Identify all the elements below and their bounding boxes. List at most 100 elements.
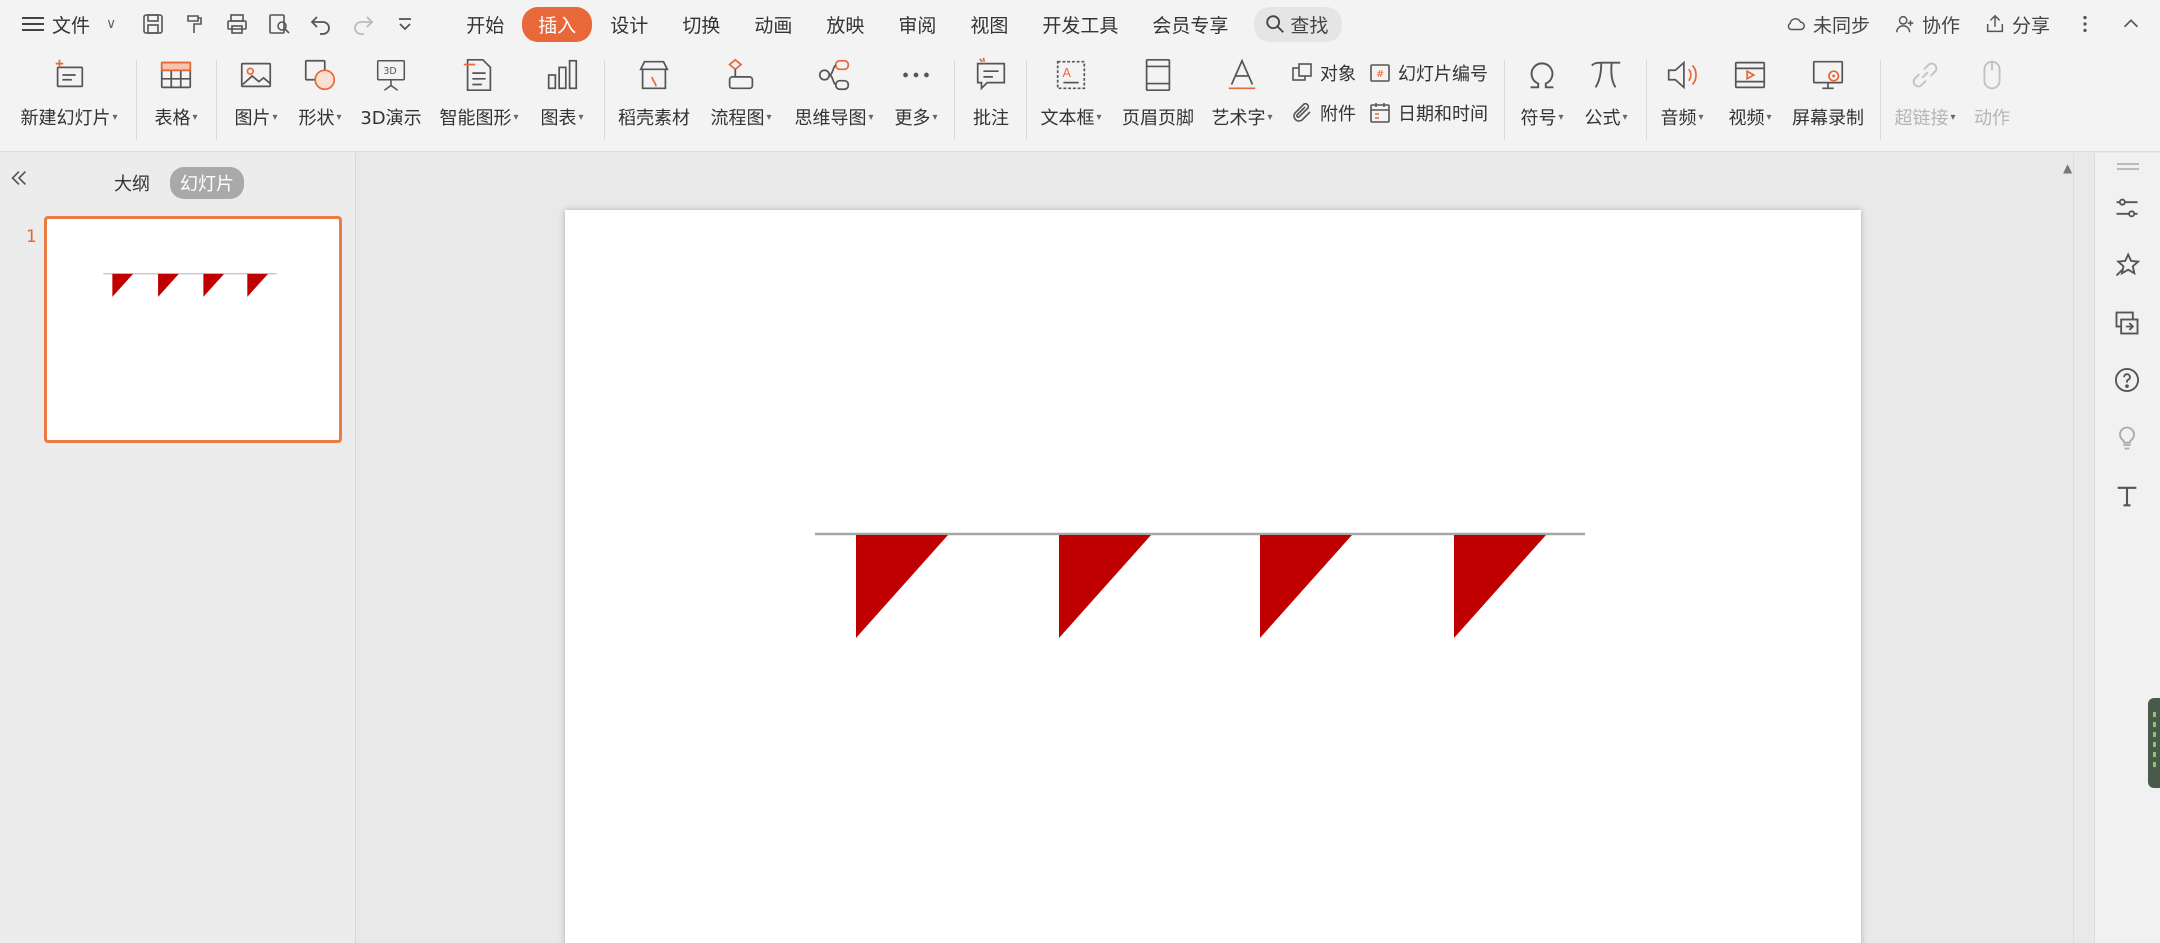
mindmap-button[interactable]: 思维导图 ▾ [792, 54, 876, 130]
tab-transitions[interactable]: 切换 [666, 7, 736, 42]
tab-developer[interactable]: 开发工具 [1026, 7, 1134, 42]
animation-pane-button[interactable] [2112, 250, 2142, 280]
3d-demo-button[interactable]: 3D 3D演示 [356, 54, 426, 130]
pi-icon [1591, 61, 1621, 88]
flowchart-button[interactable]: 流程图 ▾ [706, 54, 776, 130]
tab-view[interactable]: 视图 [954, 7, 1024, 42]
tab-animations[interactable]: 动画 [738, 7, 808, 42]
text-format-button[interactable] [2112, 481, 2142, 511]
more-options-button[interactable] [2074, 13, 2096, 35]
tab-slides[interactable]: 幻灯片 [170, 167, 244, 199]
header-footer-button[interactable]: 页眉页脚 [1118, 54, 1198, 130]
bunting-flag[interactable] [856, 535, 948, 638]
audio-button[interactable]: 音频 ▾ [1654, 54, 1710, 130]
mouse-icon [1983, 60, 2001, 90]
share-button[interactable]: 分享 [1984, 11, 2050, 38]
search-button[interactable]: 查找 [1254, 6, 1343, 42]
flowchart-label: 流程图 [710, 108, 765, 129]
slide-thumbnail[interactable] [44, 216, 342, 443]
file-menu-button[interactable]: 文件 ∨ [22, 11, 116, 38]
save-button[interactable] [138, 9, 168, 39]
collaborate-button[interactable]: 协作 [1894, 11, 1960, 38]
help-icon [2114, 367, 2140, 393]
format-painter-icon [187, 15, 203, 33]
smartart-label: 智能图形 [439, 108, 512, 129]
share-icon [1986, 14, 2004, 33]
bunting-flag[interactable] [1454, 535, 1546, 638]
drag-handle-icon[interactable] [2117, 163, 2139, 171]
bunting-flag[interactable] [1260, 535, 1352, 638]
bunting-flag [112, 273, 134, 297]
redo-button[interactable] [348, 9, 378, 39]
svg-text:A: A [1062, 66, 1071, 80]
mindmap-icon [818, 59, 850, 91]
formula-button[interactable]: 公式 ▾ [1578, 54, 1634, 130]
transition-pane-button[interactable] [2112, 308, 2142, 338]
collaborate-label: 协作 [1921, 14, 1960, 37]
slide-number-button[interactable]: # 幻灯片编号 [1368, 60, 1488, 86]
tab-insert[interactable]: 插入 [522, 6, 593, 42]
ribbon-divider [1880, 60, 1881, 140]
sync-label: 未同步 [1812, 14, 1870, 37]
hyperlink-label: 超链接 [1894, 108, 1949, 129]
properties-button[interactable] [2112, 193, 2142, 223]
symbol-label: 符号 [1520, 108, 1557, 129]
new-slide-button[interactable]: 新建幻灯片 ▾ [14, 54, 124, 130]
slide-content [815, 532, 1585, 638]
svg-text:3D: 3D [383, 66, 396, 77]
bunting-flag[interactable] [1059, 535, 1151, 638]
header-footer-label: 页眉页脚 [1122, 108, 1194, 129]
ribbon-divider [604, 60, 605, 140]
attachment-button[interactable]: 附件 [1290, 100, 1356, 126]
tab-member[interactable]: 会员专享 [1136, 7, 1244, 42]
scroll-up-icon[interactable]: ▲ [2063, 161, 2072, 175]
menu-bar: 文件 ∨ 开始 插入 设计 切换 动画 放映 审阅 视图 开发工具 会员专享 查… [0, 0, 2160, 48]
shape-button[interactable]: 形状 ▾ [290, 54, 350, 130]
textbox-button[interactable]: A 文本框 ▾ [1036, 54, 1106, 130]
tab-review[interactable]: 审阅 [882, 7, 952, 42]
undo-button[interactable] [306, 9, 336, 39]
tips-button[interactable] [2112, 423, 2142, 453]
sync-status-button[interactable]: 未同步 [1785, 11, 1870, 38]
screen-record-button[interactable]: 屏幕录制 [1790, 54, 1866, 130]
edge-widget[interactable] [2148, 698, 2160, 788]
comment-button[interactable]: 批注 [966, 54, 1016, 130]
table-button[interactable]: 表格 ▾ [146, 54, 206, 130]
format-painter-button[interactable] [180, 9, 210, 39]
search-label: 查找 [1290, 14, 1329, 37]
symbol-button[interactable]: 符号 ▾ [1514, 54, 1570, 130]
more-button[interactable]: 更多 ▾ [888, 54, 944, 130]
tab-home[interactable]: 开始 [450, 7, 520, 42]
print-preview-button[interactable] [264, 9, 294, 39]
ribbon-divider [1504, 60, 1505, 140]
tab-design[interactable]: 设计 [594, 7, 664, 42]
header-footer-icon [1145, 58, 1171, 92]
picture-button[interactable]: 图片 ▾ [226, 54, 286, 130]
chart-button[interactable]: 图表 ▾ [534, 54, 590, 130]
docer-material-label: 稻壳素材 [618, 108, 690, 129]
docer-material-button[interactable]: 稻壳素材 [616, 54, 692, 130]
shape-icon [304, 59, 336, 91]
tab-slideshow[interactable]: 放映 [810, 7, 880, 42]
collapse-pane-button[interactable] [8, 167, 30, 195]
collapse-ribbon-button[interactable] [2120, 13, 2142, 35]
print-button[interactable] [222, 9, 252, 39]
hyperlink-button[interactable]: 超链接 ▾ [1890, 54, 1960, 130]
customize-toolbar-button[interactable] [390, 9, 420, 39]
ribbon-divider [1026, 60, 1027, 140]
print-preview-icon [269, 14, 290, 34]
wordart-button[interactable]: 艺术字 ▾ [1206, 54, 1278, 130]
smartart-button[interactable]: 智能图形 ▾ [436, 54, 522, 130]
wordart-label: 艺术字 [1211, 108, 1266, 129]
tab-outline[interactable]: 大纲 [104, 167, 160, 199]
help-button[interactable] [2112, 365, 2142, 395]
datetime-button[interactable]: 日期和时间 [1368, 100, 1488, 126]
video-button[interactable]: 视频 ▾ [1722, 54, 1778, 130]
object-button[interactable]: 对象 [1290, 60, 1356, 86]
vertical-scrollbar[interactable]: ▲ [2063, 153, 2074, 943]
audio-label: 音频 [1660, 108, 1697, 129]
undo-icon [310, 16, 331, 35]
user-add-icon [1895, 15, 1914, 33]
action-button[interactable]: 动作 [1964, 54, 2020, 130]
slide-1[interactable] [565, 210, 1861, 943]
